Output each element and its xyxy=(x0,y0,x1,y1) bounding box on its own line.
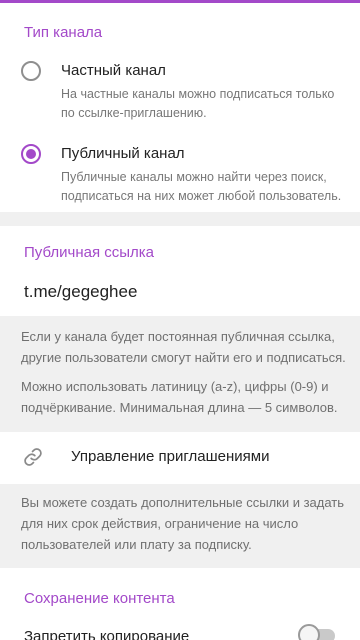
invites-info-block: Вы можете создать дополнительные ссылки … xyxy=(0,484,360,568)
private-channel-radio[interactable] xyxy=(21,61,41,81)
channel-type-title: Тип канала xyxy=(24,24,103,41)
channel-type-section: Тип канала Частный канал На частные кана… xyxy=(0,3,360,212)
public-link-info-block: Если у канала будет постоянная публичная… xyxy=(0,316,360,432)
public-link-section: Публичная ссылка t.me/gegeghee xyxy=(0,226,360,316)
public-link-input[interactable]: t.me/gegeghee xyxy=(24,282,137,302)
public-channel-option[interactable]: Публичный канал Публичные каналы можно н… xyxy=(0,133,360,209)
private-channel-label: Частный канал xyxy=(61,62,166,79)
public-channel-label: Публичный канал xyxy=(61,145,185,162)
private-channel-option[interactable]: Частный канал На частные каналы можно по… xyxy=(0,49,360,125)
manage-invites-row[interactable]: Управление приглашениями xyxy=(0,432,360,484)
section-divider xyxy=(0,212,360,226)
public-channel-radio[interactable] xyxy=(21,144,41,164)
invites-info: Вы можете создать дополнительные ссылки … xyxy=(21,495,345,552)
link-icon xyxy=(22,446,44,468)
public-link-title: Публичная ссылка xyxy=(24,244,154,261)
manage-invites-label: Управление приглашениями xyxy=(71,448,270,465)
restrict-copy-label: Запретить копирование xyxy=(24,628,190,640)
public-channel-description: Публичные каналы можно найти через поиск… xyxy=(61,170,342,203)
restrict-copy-toggle-knob[interactable] xyxy=(298,624,320,640)
content-saving-title: Сохранение контента xyxy=(24,590,175,607)
private-channel-description: На частные каналы можно подписаться толь… xyxy=(61,87,335,120)
public-link-info-1: Если у канала будет постоянная публичная… xyxy=(21,329,346,365)
public-link-info-2: Можно использовать латиницу (a-z), цифры… xyxy=(21,379,338,415)
